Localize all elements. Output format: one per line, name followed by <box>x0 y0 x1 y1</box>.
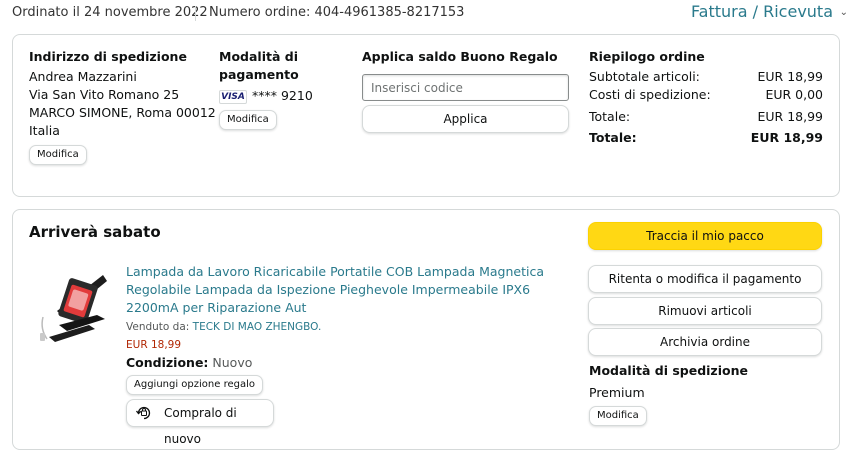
address-line: Andrea Mazzarini <box>29 69 137 84</box>
gift-code-input[interactable] <box>362 74 569 101</box>
order-date: Ordinato il 24 novembre 2022 <box>12 5 208 20</box>
summary-value: EUR 18,99 <box>757 109 824 124</box>
summary-total-row: Totale: EUR 18,99 <box>589 130 823 148</box>
card-number: **** 9210 <box>252 88 313 103</box>
summary-value: EUR 0,00 <box>765 87 823 102</box>
address-line: Italia <box>29 123 60 138</box>
seller-link[interactable]: TECK DI MAO ZHENGBO. <box>193 321 322 333</box>
summary-row: Totale: EUR 18,99 <box>589 109 823 127</box>
archive-order-button[interactable]: Archivia ordine <box>588 328 822 356</box>
shipping-method-value: Premium <box>589 385 645 400</box>
shipment-card: Arriverà sabato Lampada da Lavoro Ricari… <box>12 209 840 450</box>
summary-value: EUR 18,99 <box>757 69 824 84</box>
gift-card-heading: Applica saldo Buono Regalo <box>362 49 558 64</box>
summary-label: Costi di spedizione: <box>589 87 711 102</box>
arrival-status: Arriverà sabato <box>29 223 161 241</box>
track-package-button[interactable]: Traccia il mio pacco <box>588 222 822 250</box>
apply-gift-button[interactable]: Applica <box>362 105 569 133</box>
order-header: Ordinato il 24 novembre 2022 Numero ordi… <box>12 2 848 23</box>
buy-again-button[interactable]: Compralo di nuovo <box>126 399 274 446</box>
summary-row: Subtotale articoli: EUR 18,99 <box>589 69 823 87</box>
edit-address-button[interactable]: Modifica <box>29 145 87 165</box>
summary-label: Subtotale articoli: <box>589 69 700 84</box>
header-divider <box>195 6 196 21</box>
product-image[interactable] <box>37 267 113 347</box>
invoice-link[interactable]: Fattura / Ricevuta <box>691 2 833 21</box>
summary-total-label: Totale: <box>589 130 637 145</box>
buy-again-label: Compralo di nuovo <box>164 406 237 446</box>
edit-shipping-method-button[interactable]: Modifica <box>589 406 647 426</box>
add-gift-option-button[interactable]: Aggiungi opzione regalo <box>126 375 263 395</box>
shipping-method-heading: Modalità di spedizione <box>589 363 748 378</box>
chevron-down-icon[interactable]: ⌄ <box>840 7 848 18</box>
payment-heading: Modalità di <box>219 49 298 64</box>
sold-by-label: Venduto da: <box>126 321 193 333</box>
visa-icon: VISA <box>219 90 247 104</box>
condition: Condizione: Nuovo <box>126 355 252 370</box>
summary-total-value: EUR 18,99 <box>750 130 823 145</box>
edit-payment-button[interactable]: Modifica <box>219 110 277 130</box>
item-price: EUR 18,99 <box>126 339 182 351</box>
order-details-card: Indirizzo di spedizione Andrea Mazzarini… <box>12 34 840 197</box>
payment-heading-line2: pagamento <box>219 67 299 82</box>
retry-payment-button[interactable]: Ritenta o modifica il pagamento <box>588 265 822 293</box>
order-summary-heading: Riepilogo ordine <box>589 49 705 64</box>
summary-row: Costi di spedizione: EUR 0,00 <box>589 87 823 105</box>
condition-value: Nuovo <box>208 355 253 370</box>
condition-label: Condizione: <box>126 355 209 370</box>
sold-by: Venduto da: TECK DI MAO ZHENGBO. <box>126 321 321 333</box>
product-title-link[interactable]: Lampada da Lavoro Ricaricabile Portatile… <box>126 263 566 317</box>
remove-items-button[interactable]: Rimuovi articoli <box>588 297 822 325</box>
summary-label: Totale: <box>589 109 631 124</box>
shipping-address-heading: Indirizzo di spedizione <box>29 49 187 64</box>
address-line: MARCO SIMONE, Roma 00012 <box>29 105 216 120</box>
order-number: Numero ordine: 404-4961385-8217153 <box>209 5 465 20</box>
buy-again-icon <box>135 406 151 420</box>
address-line: Via San Vito Romano 25 <box>29 87 180 102</box>
